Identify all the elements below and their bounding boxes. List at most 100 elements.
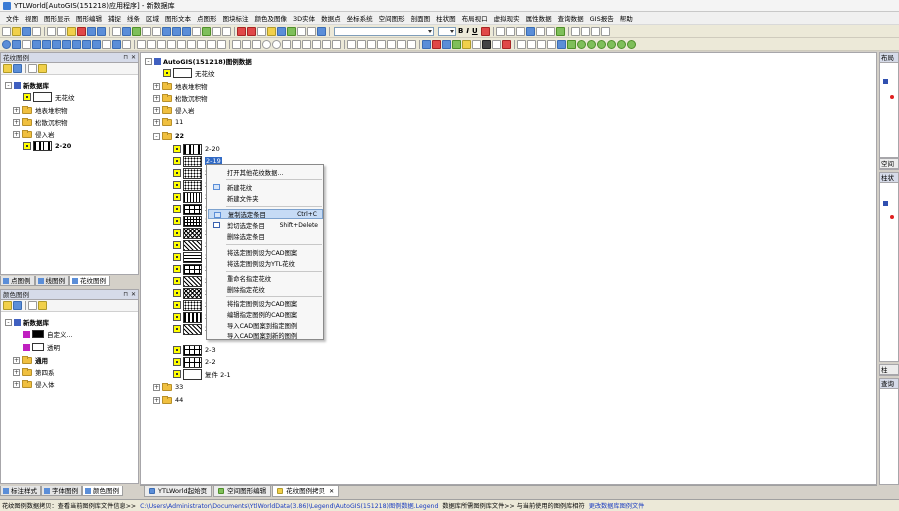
menu-color-image[interactable]: 颜色及图像 [252, 13, 291, 23]
collapse-icon[interactable]: - [153, 132, 160, 140]
main-tree-item[interactable]: 2 [173, 203, 209, 215]
menu-graphic-edit[interactable]: 图形编辑 [73, 13, 105, 23]
main-tree-item[interactable]: 2 [173, 299, 209, 311]
menu-spatial-graphic[interactable]: 空间图形 [376, 13, 408, 23]
tab-label-style[interactable]: 标注样式 [0, 486, 41, 496]
tree-item[interactable]: 2-20 [23, 141, 71, 151]
draw-polyline-icon[interactable] [292, 39, 301, 49]
main-tree-item[interactable]: 2 [173, 227, 209, 239]
expand-icon[interactable]: + [13, 368, 20, 376]
folder-icon[interactable] [38, 301, 47, 310]
draw-circle-icon[interactable] [262, 39, 271, 49]
color-yellow-icon[interactable] [462, 39, 471, 49]
tree-folder[interactable]: + 第四系 [13, 367, 55, 377]
region-3-icon[interactable] [367, 39, 376, 49]
menu-import-cad-to-specified[interactable]: 导入CAD图案到指定图例 [208, 320, 323, 330]
status-2-icon[interactable] [587, 39, 596, 49]
zoom-in-icon[interactable] [32, 39, 41, 49]
expand-icon[interactable]: + [13, 106, 20, 114]
menu-file[interactable]: 文件 [0, 13, 22, 23]
line-style-4-icon[interactable] [600, 26, 610, 36]
menu-point-graphic[interactable]: 点图形 [194, 13, 220, 23]
tab-point-legend[interactable]: 点图例 [0, 276, 35, 286]
line-style-3-icon[interactable] [590, 26, 600, 36]
refresh-icon[interactable] [13, 64, 22, 73]
region-2-icon[interactable] [357, 39, 366, 49]
menu-delete-pattern[interactable]: 删除指定花纹 [208, 284, 323, 294]
menu-3d-solid[interactable]: 3D实体 [290, 13, 318, 23]
frame-icon[interactable] [517, 39, 526, 49]
collapse-icon[interactable]: - [5, 81, 12, 89]
menu-help[interactable]: 帮助 [617, 13, 636, 23]
tree-item[interactable]: 无花纹 [23, 92, 75, 102]
symbol-icon[interactable] [555, 26, 565, 36]
zoom-extent-icon[interactable] [82, 39, 91, 49]
draw-freehand-icon[interactable] [322, 39, 331, 49]
line-style-2-icon[interactable] [580, 26, 590, 36]
pen-icon[interactable] [502, 39, 511, 49]
open-icon[interactable] [3, 301, 12, 310]
tab-start-page[interactable]: YTLWorld起始页 [144, 486, 213, 497]
grid-icon[interactable] [142, 26, 151, 36]
draw-line-icon[interactable] [232, 39, 241, 49]
tree-node-root[interactable]: - 新数据库 [5, 80, 49, 90]
menu-rename-pattern[interactable]: 重命名指定花纹 [208, 273, 323, 283]
offset-icon[interactable] [187, 39, 196, 49]
palette-icon[interactable] [422, 39, 431, 49]
new-file-icon[interactable] [2, 26, 11, 36]
tab-pattern-copy[interactable]: 花纹图例拷贝 ✕ [272, 486, 340, 497]
expand-icon[interactable]: + [13, 118, 20, 126]
menu-snap[interactable]: 捕捉 [105, 13, 124, 23]
main-tree-item[interactable]: 2-3 [173, 344, 216, 356]
layer-icon[interactable] [132, 26, 141, 36]
right-dock-spatial-tab[interactable]: 空间 [879, 158, 899, 170]
open-folder-icon[interactable] [12, 26, 21, 36]
expand-icon[interactable]: + [13, 130, 20, 138]
frame-3-icon[interactable] [537, 39, 546, 49]
map-icon[interactable] [287, 26, 296, 36]
list-icon[interactable] [307, 26, 316, 36]
main-tree-folder[interactable]: + 侵入岩 [153, 105, 195, 115]
menu-open-other-pattern-data[interactable]: 打开其他花纹数据... [208, 167, 323, 177]
underline-button[interactable]: U [472, 27, 478, 35]
expand-icon[interactable]: + [13, 356, 20, 364]
main-tree-item[interactable]: 2-20 [173, 143, 220, 155]
select-icon[interactable] [112, 26, 121, 36]
close-tab-icon[interactable]: ✕ [329, 486, 334, 497]
info-icon[interactable] [2, 39, 11, 49]
region-6-icon[interactable] [397, 39, 406, 49]
rotate-icon[interactable] [157, 39, 166, 49]
region-7-icon[interactable] [407, 39, 416, 49]
zoom-fit-icon[interactable] [112, 39, 121, 49]
menu-cut-selected[interactable]: 剪切选定条目 Shift+Delete [208, 220, 323, 230]
point-icon[interactable] [237, 26, 246, 36]
brush-icon[interactable] [492, 39, 501, 49]
fill-icon[interactable] [202, 26, 211, 36]
trim-icon[interactable] [197, 39, 206, 49]
menu-query-data[interactable]: 查询数据 [555, 13, 587, 23]
expand-icon[interactable]: + [153, 383, 160, 391]
crosshair-icon[interactable] [147, 39, 156, 49]
status-6-icon[interactable] [627, 39, 636, 49]
close-icon[interactable]: ✕ [131, 290, 136, 300]
delete-icon[interactable] [77, 26, 86, 36]
menu-block-label[interactable]: 图块标注 [220, 13, 252, 23]
main-tree-item[interactable]: 2-2 [173, 356, 216, 368]
print-icon[interactable] [32, 26, 41, 36]
region-5-icon[interactable] [387, 39, 396, 49]
cut-icon[interactable] [47, 26, 56, 36]
menu-graphic-display[interactable]: 图形显示 [41, 13, 73, 23]
spline-icon[interactable] [192, 26, 201, 36]
italic-button[interactable]: I [466, 27, 469, 35]
expand-icon[interactable]: + [153, 396, 160, 404]
collapse-icon[interactable]: - [5, 318, 12, 326]
main-tree-folder[interactable]: - 22 [153, 131, 184, 141]
menu-gis-report[interactable]: GIS报告 [587, 13, 617, 23]
move-icon[interactable] [137, 39, 146, 49]
tab-pattern-legend[interactable]: 花纹图例 [69, 276, 110, 286]
curve-icon[interactable] [172, 26, 181, 36]
navigation-icon[interactable] [12, 39, 21, 49]
status-5-icon[interactable] [617, 39, 626, 49]
main-tree-folder[interactable]: +44 [153, 395, 183, 405]
table-icon[interactable] [152, 26, 161, 36]
